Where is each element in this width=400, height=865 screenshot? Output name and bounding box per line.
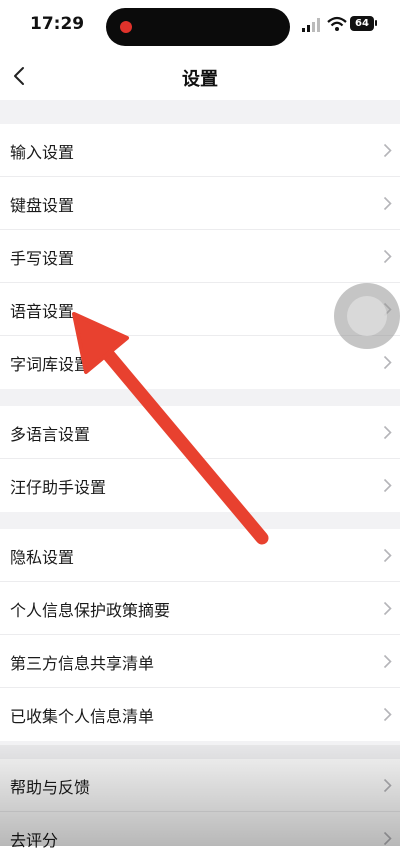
settings-group-privacy: 隐私设置 个人信息保护政策摘要 第三方信息共享清单 已收集个人信息清单: [0, 529, 400, 741]
row-label: 去评分: [10, 831, 59, 850]
settings-row-assistant[interactable]: 汪仔助手设置: [0, 459, 400, 512]
chevron-right-icon: [383, 425, 392, 440]
settings-group-input: 输入设置 键盘设置 手写设置 语音设置 字词库设置: [0, 124, 400, 389]
settings-group-help: 帮助与反馈 去评分: [0, 759, 400, 865]
settings-row-privacy[interactable]: 隐私设置: [0, 529, 400, 582]
row-label: 键盘设置: [10, 196, 75, 215]
page-title: 设置: [182, 69, 218, 90]
recording-indicator-icon: [120, 21, 132, 33]
wifi-icon: [327, 16, 347, 31]
chevron-right-icon: [383, 355, 392, 370]
chevron-right-icon: [383, 831, 392, 846]
settings-row-privacy-policy[interactable]: 个人信息保护政策摘要: [0, 582, 400, 635]
settings-row-help-feedback[interactable]: 帮助与反馈: [0, 759, 400, 812]
row-label: 第三方信息共享清单: [10, 654, 155, 673]
settings-row-handwriting[interactable]: 手写设置: [0, 230, 400, 283]
row-label: 已收集个人信息清单: [10, 707, 155, 726]
row-label: 汪仔助手设置: [10, 478, 107, 497]
chevron-right-icon: [383, 548, 392, 563]
settings-row-rate[interactable]: 去评分: [0, 812, 400, 865]
row-label: 字词库设置: [10, 355, 91, 374]
chevron-right-icon: [383, 478, 392, 493]
chevron-right-icon: [383, 249, 392, 264]
settings-row-input[interactable]: 输入设置: [0, 124, 400, 177]
row-label: 手写设置: [10, 249, 75, 268]
assistive-touch-button[interactable]: [334, 283, 400, 349]
chevron-right-icon: [383, 601, 392, 616]
settings-row-multilanguage[interactable]: 多语言设置: [0, 406, 400, 459]
row-label: 多语言设置: [10, 425, 91, 444]
settings-row-dictionary[interactable]: 字词库设置: [0, 336, 400, 389]
signal-icon: [302, 18, 320, 32]
dynamic-island: [106, 8, 290, 46]
settings-row-collected-info[interactable]: 已收集个人信息清单: [0, 688, 400, 741]
assistive-touch-inner: [347, 296, 387, 336]
row-label: 隐私设置: [10, 548, 75, 567]
chevron-right-icon: [383, 143, 392, 158]
status-time: 17:29: [30, 14, 85, 34]
row-label: 个人信息保护政策摘要: [10, 601, 171, 620]
settings-row-third-party[interactable]: 第三方信息共享清单: [0, 635, 400, 688]
row-label: 帮助与反馈: [10, 778, 91, 797]
row-label: 语音设置: [10, 302, 75, 321]
chevron-right-icon: [383, 778, 392, 793]
chevron-right-icon: [383, 654, 392, 669]
row-label: 输入设置: [10, 143, 75, 162]
status-bar: 17:29 64: [0, 0, 400, 52]
settings-group-language: 多语言设置 汪仔助手设置: [0, 406, 400, 512]
nav-bar: 设置: [0, 52, 400, 100]
battery-cap: [375, 20, 377, 26]
battery-icon: 64: [350, 16, 374, 31]
chevron-right-icon: [383, 707, 392, 722]
settings-row-keyboard[interactable]: 键盘设置: [0, 177, 400, 230]
chevron-right-icon: [383, 196, 392, 211]
